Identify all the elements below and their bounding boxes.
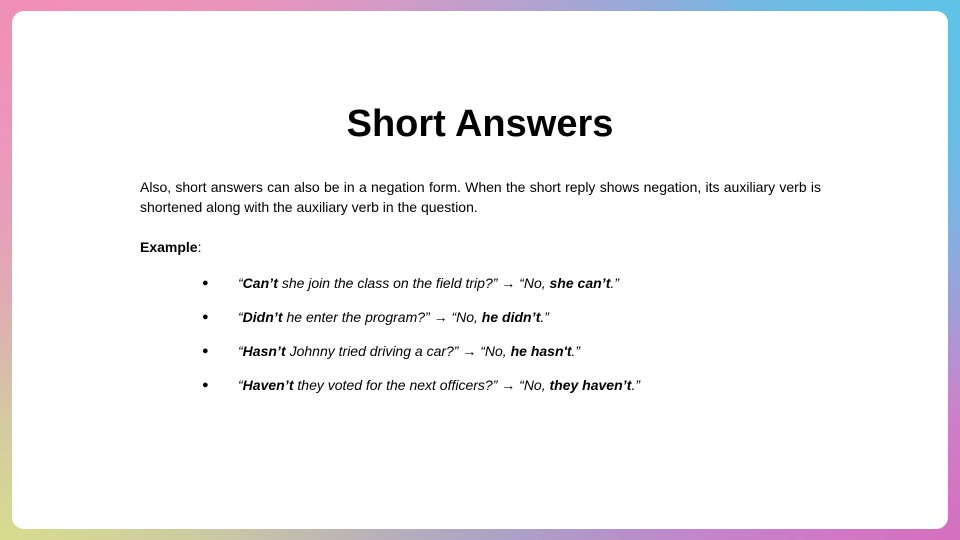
- list-item: ● “Haven’t they voted for the next office…: [202, 375, 640, 409]
- answer-short-form: she can’t: [549, 275, 611, 291]
- list-item: ● “Didn’t he enter the program?” → “No, h…: [202, 307, 640, 341]
- bullet-icon: ●: [202, 311, 209, 323]
- example-sentence: “Can’t she join the class on the field t…: [238, 275, 619, 291]
- list-item: ● “Hasn’t Johnny tried driving a car?” → …: [202, 341, 640, 375]
- intro-paragraph: Also, short answers can also be in a neg…: [140, 179, 821, 215]
- question-auxiliary: Can’t: [242, 275, 278, 291]
- answer-short-form: he hasn't: [510, 343, 572, 359]
- close-quote: .”: [610, 275, 620, 291]
- question-rest: they voted for the next officers?” → “No…: [293, 377, 550, 393]
- question-auxiliary: Haven’t: [242, 377, 294, 393]
- close-quote: .”: [571, 343, 581, 359]
- example-colon: :: [197, 239, 202, 255]
- example-label: Example: [140, 239, 198, 255]
- slide-card: Short Answers Also, short answers can al…: [12, 11, 948, 529]
- example-sentence: “Didn’t he enter the program?” → “No, he…: [238, 309, 549, 325]
- question-auxiliary: Hasn’t: [242, 343, 286, 359]
- question-rest: she join the class on the field trip?” →…: [277, 275, 550, 291]
- bullet-icon: ●: [202, 379, 209, 391]
- question-rest: Johnny tried driving a car?” → “No,: [285, 343, 511, 359]
- close-quote: .”: [540, 309, 549, 325]
- example-list: ● “Can’t she join the class on the field …: [202, 273, 640, 409]
- bullet-icon: ●: [202, 277, 209, 289]
- question-rest: he enter the program?” → “No,: [282, 309, 482, 325]
- bullet-icon: ●: [202, 345, 209, 357]
- close-quote: .”: [631, 377, 641, 393]
- answer-short-form: they haven’t: [549, 377, 632, 393]
- example-sentence: “Hasn’t Johnny tried driving a car?” → “…: [238, 343, 580, 359]
- list-item: ● “Can’t she join the class on the field …: [202, 273, 640, 307]
- answer-short-form: he didn’t: [481, 309, 541, 325]
- slide-title: Short Answers: [346, 103, 614, 145]
- example-heading: Example:: [140, 239, 201, 255]
- example-sentence: “Haven’t they voted for the next officer…: [238, 377, 640, 393]
- question-auxiliary: Didn’t: [242, 309, 283, 325]
